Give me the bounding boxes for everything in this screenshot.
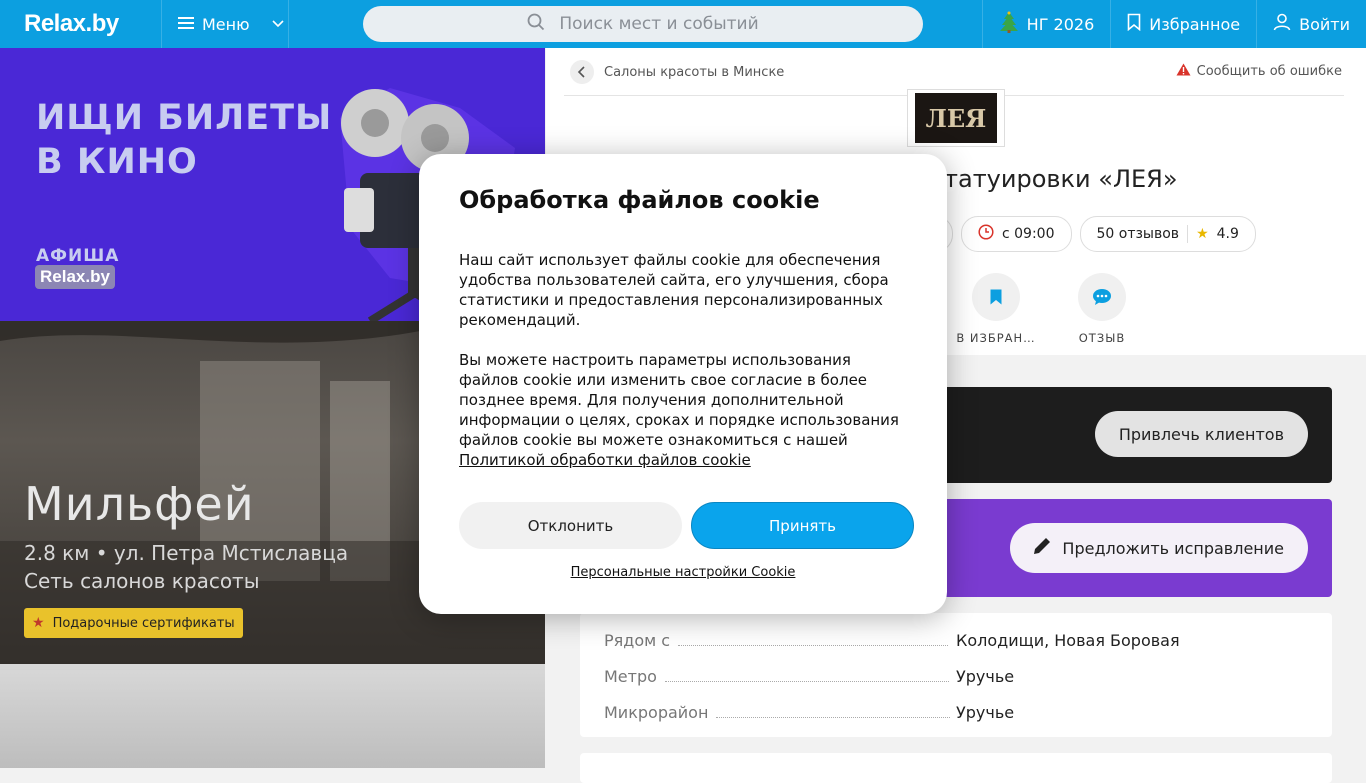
cookie-policy-link[interactable]: Политикой обработки файлов cookie: [459, 451, 751, 469]
cookie-paragraph-2-text: Вы можете настроить параметры использова…: [459, 351, 899, 449]
cookie-paragraph-2: Вы можете настроить параметры использова…: [459, 350, 907, 470]
accept-button[interactable]: Принять: [691, 502, 914, 549]
cookie-dialog: Обработка файлов cookie Наш сайт использ…: [419, 154, 947, 614]
cookie-dialog-title: Обработка файлов cookie: [459, 186, 820, 214]
personal-cookie-settings-link[interactable]: Персональные настройки Cookie: [419, 565, 947, 580]
cookie-paragraph-1: Наш сайт использует файлы cookie для обе…: [459, 251, 889, 329]
decline-button[interactable]: Отклонить: [459, 502, 682, 549]
